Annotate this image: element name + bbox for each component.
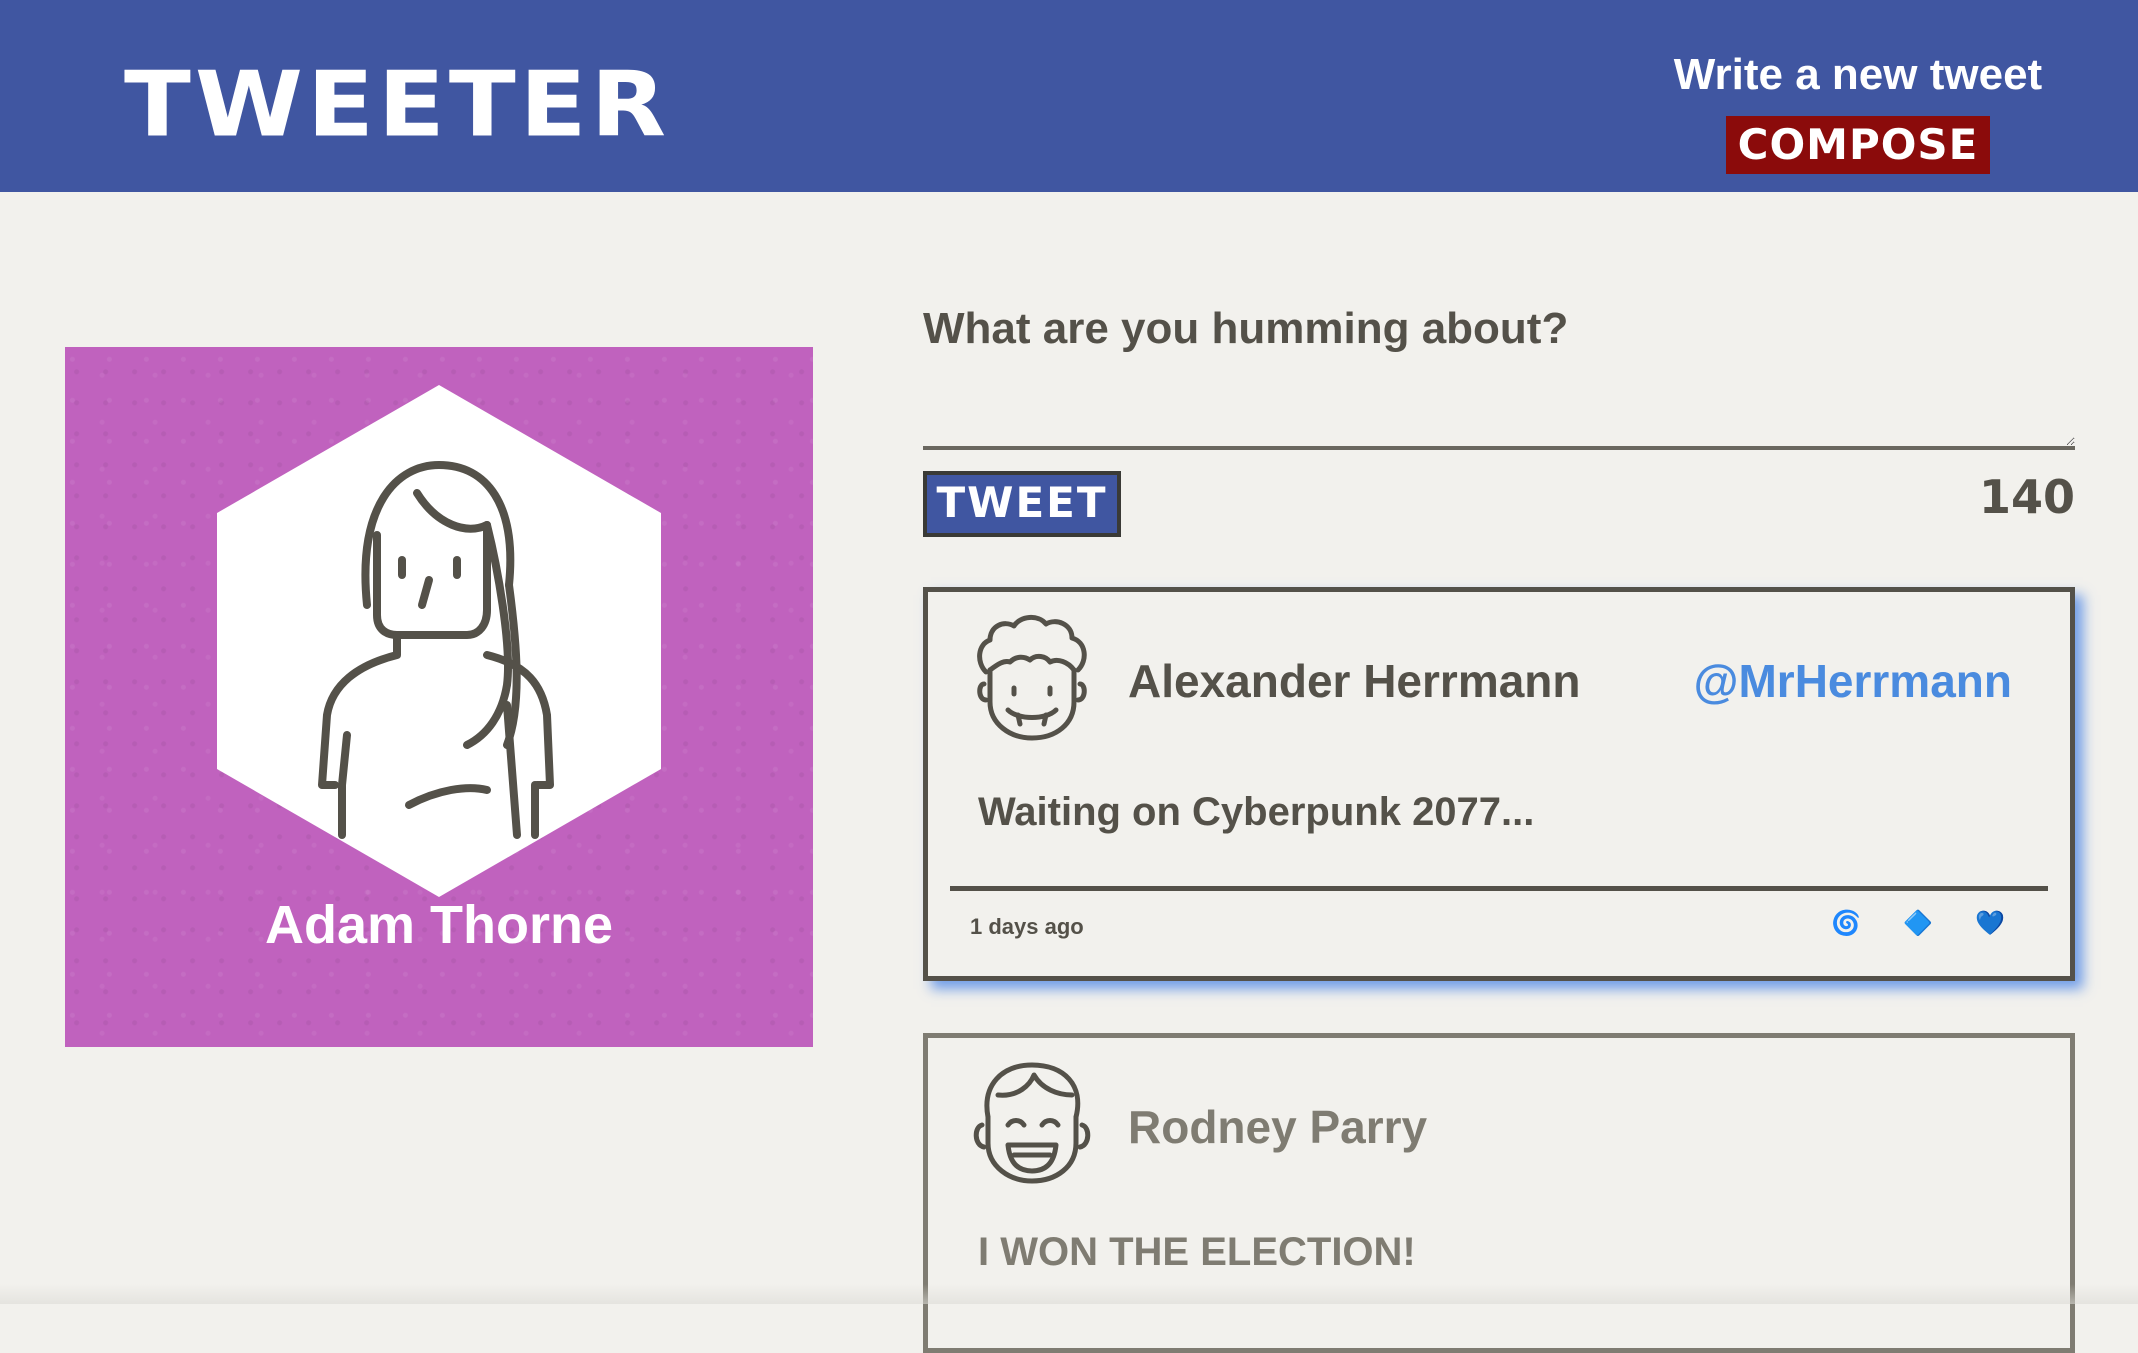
tweet-divider <box>950 886 2048 891</box>
compose-prompt-text: Write a new tweet <box>1673 50 2043 99</box>
tweet-actions: 🌀 🔷 💙 <box>1831 910 2005 938</box>
character-counter: 140 <box>1978 470 2075 524</box>
tweet-card: Alexander Herrmann @MrHerrmann Waiting o… <box>923 587 2075 981</box>
composer-divider <box>923 446 2075 450</box>
tweet-textarea[interactable] <box>923 300 2075 446</box>
smiling-man-avatar-icon <box>973 1062 1091 1184</box>
tweet-author-handle[interactable]: @MrHerrmann <box>1694 654 2012 708</box>
retweet-swirl-icon[interactable]: 🌀 <box>1831 910 1861 938</box>
curly-hair-man-avatar-icon <box>977 615 1087 741</box>
tweet-content: Waiting on Cyberpunk 2077... <box>978 790 1535 834</box>
flag-diamond-icon[interactable]: 🔷 <box>1903 910 1933 938</box>
compose-area: Write a new tweet COMPOSE <box>1648 50 2068 174</box>
woman-avatar-icon <box>217 385 661 897</box>
profile-name: Adam Thorne <box>264 895 614 955</box>
app-logo[interactable]: TWEETER <box>124 60 670 150</box>
tweet-content: I WON THE ELECTION! <box>978 1230 1416 1274</box>
profile-avatar <box>217 385 661 897</box>
tweet-composer: What are you humming about? TWEET 140 <box>923 300 2075 537</box>
like-heart-icon[interactable]: 💙 <box>1975 910 2005 938</box>
profile-card: Adam Thorne <box>65 347 813 1047</box>
tweet-timestamp: 1 days ago <box>970 914 1084 939</box>
author-avatar <box>968 1055 1098 1187</box>
top-navigation-bar: TWEETER Write a new tweet COMPOSE <box>0 0 2138 192</box>
author-avatar <box>968 612 1098 744</box>
tweet-button[interactable]: TWEET <box>923 471 1121 537</box>
tweet-author-name: Rodney Parry <box>1128 1101 1428 1153</box>
tweet-author-name: Alexander Herrmann <box>1128 655 1581 707</box>
tweet-card: Rodney Parry I WON THE ELECTION! <box>923 1033 2075 1353</box>
page-bottom-shade <box>0 1284 2138 1304</box>
compose-button[interactable]: COMPOSE <box>1725 116 1991 174</box>
